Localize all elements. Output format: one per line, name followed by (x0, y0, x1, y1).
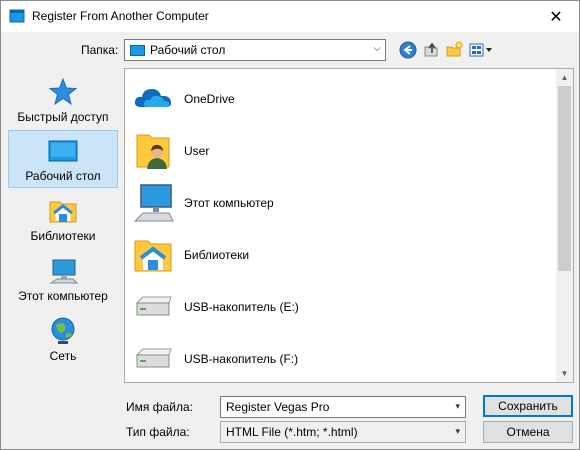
close-icon: ✕ (549, 8, 563, 26)
cancel-button[interactable]: Отмена (483, 421, 573, 443)
computer-icon (49, 259, 79, 284)
place-desktop[interactable]: Рабочий стол (8, 130, 118, 188)
folder-label: Папка: (81, 43, 119, 57)
place-this-pc[interactable]: Этот компьютер (8, 251, 118, 309)
desktop-icon (130, 44, 145, 56)
star-icon (48, 77, 78, 106)
list-item-usb-f[interactable]: USB-накопитель (F:) (131, 335, 551, 383)
desktop-icon (48, 140, 78, 162)
back-icon[interactable] (399, 41, 417, 59)
folder-value: Рабочий стол (150, 43, 226, 57)
list-item-libraries[interactable]: Библиотеки (131, 231, 551, 279)
libraries-icon (49, 201, 77, 223)
place-label: Этот компьютер (18, 289, 108, 303)
title-bar: Register From Another Computer ✕ (1, 1, 579, 32)
network-icon (51, 317, 75, 344)
filetype-label: Тип файла: (126, 425, 190, 439)
folder-dropdown[interactable]: Рабочий стол ⌵ (124, 39, 386, 61)
filetype-select[interactable]: HTML File (*.htm; *.html) ▾ (220, 421, 466, 443)
place-label: Сеть (49, 349, 77, 363)
place-network[interactable]: Сеть (8, 311, 118, 369)
scroll-down-icon[interactable]: ▼ (556, 365, 573, 382)
filename-field[interactable]: Register Vegas Pro ▾ (220, 396, 466, 418)
chevron-down-icon: ⌵ (373, 43, 381, 54)
place-label: Рабочий стол (25, 169, 101, 183)
chevron-down-icon[interactable]: ▾ (455, 401, 460, 412)
item-name: USB-накопитель (F:) (184, 352, 299, 366)
vertical-scrollbar[interactable]: ▲ ▼ (556, 69, 573, 382)
list-item-onedrive[interactable]: OneDrive (131, 75, 551, 123)
file-list[interactable]: OneDrive User Этот компьютер Библиотеки … (124, 68, 574, 383)
item-name: Библиотеки (184, 248, 250, 262)
chevron-down-icon[interactable]: ▾ (455, 426, 460, 437)
scroll-up-icon[interactable]: ▲ (556, 69, 573, 86)
scroll-thumb[interactable] (558, 86, 571, 271)
place-quick-access[interactable]: Быстрый доступ (8, 72, 118, 130)
close-button[interactable]: ✕ (533, 1, 579, 32)
list-item-usb-e[interactable]: USB-накопитель (E:) (131, 283, 551, 331)
new-folder-icon[interactable] (445, 41, 463, 59)
window-title: Register From Another Computer (32, 9, 209, 23)
libraries-icon (134, 240, 172, 272)
item-name: OneDrive (184, 92, 235, 106)
list-item-user[interactable]: User (131, 127, 551, 175)
drive-icon (135, 296, 172, 316)
filetype-value: HTML File (*.htm; *.html) (226, 425, 358, 439)
place-label: Библиотеки (30, 229, 96, 243)
save-dialog: Register From Another Computer ✕ Папка: … (0, 0, 580, 450)
filename-value: Register Vegas Pro (226, 400, 330, 414)
item-name: Этот компьютер (184, 196, 274, 210)
item-name: User (184, 144, 210, 158)
save-button[interactable]: Сохранить (483, 395, 573, 417)
list-item-this-pc[interactable]: Этот компьютер (131, 179, 551, 227)
item-name: USB-накопитель (E:) (184, 300, 299, 314)
places-bar: Быстрый доступ Рабочий стол Библиотеки Э… (8, 68, 118, 383)
place-libraries[interactable]: Библиотеки (8, 191, 118, 249)
computer-icon (133, 184, 174, 222)
drive-icon (135, 348, 172, 368)
place-label: Быстрый доступ (17, 110, 109, 124)
cloud-icon (134, 89, 172, 107)
view-menu-icon[interactable] (468, 41, 494, 59)
app-icon (9, 9, 25, 23)
up-folder-icon[interactable] (422, 41, 440, 59)
user-folder-icon (136, 134, 170, 169)
filename-label: Имя файла: (126, 400, 193, 414)
